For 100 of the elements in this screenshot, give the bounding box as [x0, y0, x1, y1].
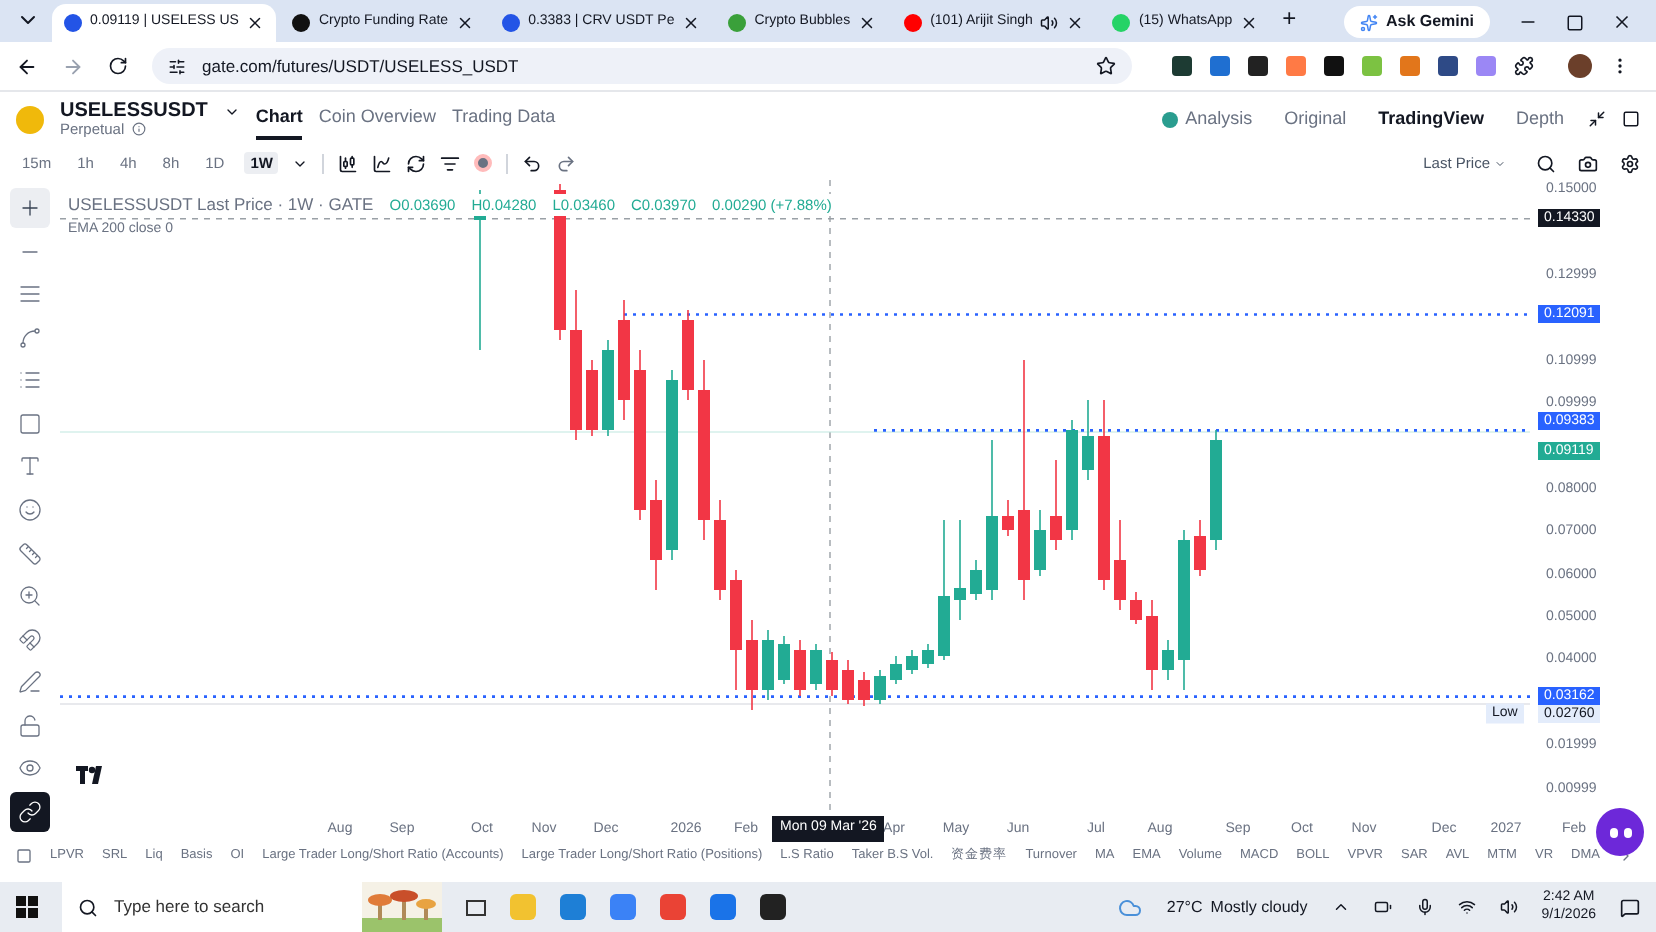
- caret-icon: [1494, 157, 1506, 169]
- candle: [890, 655, 902, 685]
- favicon-icon: [64, 14, 82, 32]
- wifi-icon[interactable]: [1457, 898, 1476, 916]
- candle: [714, 499, 726, 601]
- candle: [650, 479, 662, 591]
- favicon-icon: [502, 14, 521, 32]
- ruler-icon: [18, 541, 42, 565]
- favicon-icon: [904, 14, 923, 32]
- indicator-icon[interactable]: [372, 153, 393, 173]
- site-info-icon[interactable]: [168, 57, 186, 75]
- candle: [1162, 639, 1174, 681]
- list-icon[interactable]: [440, 153, 461, 173]
- back-icon[interactable]: [16, 55, 38, 77]
- lines-icon: [18, 282, 42, 307]
- candle: [1002, 499, 1014, 537]
- smiley-icon: [18, 497, 42, 522]
- candle: [938, 519, 950, 661]
- temperature-text: 27°C: [1166, 895, 1203, 919]
- redo-icon[interactable]: [556, 153, 577, 173]
- close-icon[interactable]: [456, 14, 475, 32]
- notifications-icon[interactable]: [1620, 897, 1640, 917]
- close-window-icon[interactable]: [1612, 12, 1632, 32]
- nav-tab[interactable]: Chart: [255, 99, 303, 139]
- candle: [586, 359, 598, 437]
- undo-icon[interactable]: [522, 153, 543, 173]
- nav-tab[interactable]: Coin Overview: [318, 99, 436, 139]
- candle: [778, 635, 790, 685]
- nav-tab[interactable]: Trading Data: [451, 99, 556, 139]
- candle: [1130, 591, 1142, 625]
- info-icon[interactable]: [132, 122, 147, 136]
- windows-start-icon[interactable]: [16, 896, 38, 918]
- candle: [1066, 419, 1078, 541]
- tray-expand-icon[interactable]: [1331, 898, 1350, 916]
- camera-icon[interactable]: [1578, 153, 1598, 173]
- panel-icon[interactable]: [16, 848, 32, 864]
- address-bar[interactable]: gate.com/futures/USDT/USELESS_USDT: [152, 48, 1132, 84]
- favicon-icon: [728, 14, 747, 32]
- square-icon: [18, 411, 42, 436]
- candle: [922, 643, 934, 669]
- sparkle-icon: [1359, 13, 1378, 31]
- weather-text: Mostly cloudy: [1210, 895, 1308, 919]
- reload-icon[interactable]: [108, 56, 128, 76]
- candle: [1194, 519, 1206, 577]
- tradingview-logo-icon: [76, 766, 108, 786]
- record-icon[interactable]: [474, 154, 493, 172]
- ask-gemini-button[interactable]: Ask Gemini: [1343, 6, 1490, 38]
- view-tab[interactable]: TradingView: [1370, 105, 1492, 133]
- close-icon[interactable]: [246, 14, 265, 32]
- candle: [602, 339, 614, 437]
- candle: [970, 559, 982, 601]
- maximize-icon[interactable]: [1566, 14, 1584, 32]
- close-icon[interactable]: [858, 14, 877, 32]
- weather-icon: [1118, 895, 1143, 919]
- magnet-icon: [18, 627, 42, 652]
- view-tab[interactable]: Analysis: [1153, 105, 1261, 133]
- replay-icon[interactable]: [406, 153, 427, 173]
- search-icon[interactable]: [1536, 153, 1556, 173]
- pencil-icon: [18, 670, 42, 695]
- bookmark-icon[interactable]: [1096, 56, 1116, 76]
- chat-bot-button[interactable]: [1596, 808, 1644, 856]
- speaker-icon[interactable]: [1040, 14, 1059, 32]
- view-tab[interactable]: Original: [1276, 105, 1355, 133]
- taskbar-search-field[interactable]: Type here to search: [62, 882, 362, 932]
- candle: [682, 309, 694, 401]
- link-icon: [18, 799, 42, 824]
- volume-icon[interactable]: [1499, 898, 1518, 916]
- extensions-icon[interactable]: [1514, 56, 1534, 76]
- drawing-tool-button[interactable]: [10, 791, 50, 832]
- candle: [1050, 459, 1062, 551]
- collapse-icon[interactable]: [1588, 110, 1606, 128]
- candles-icon[interactable]: [338, 153, 359, 173]
- candle: [618, 299, 630, 421]
- candle: [1034, 509, 1046, 577]
- candle: [730, 569, 742, 691]
- candle: [1114, 519, 1126, 611]
- profile-avatar[interactable]: [1568, 54, 1592, 78]
- close-icon[interactable]: [682, 14, 701, 32]
- fullscreen-icon[interactable]: [1622, 110, 1640, 128]
- candle: [1146, 599, 1158, 691]
- battery-icon[interactable]: [1373, 898, 1392, 916]
- view-tab[interactable]: Depth: [1507, 105, 1572, 133]
- eye-icon: [18, 756, 42, 781]
- close-icon[interactable]: [1066, 14, 1085, 32]
- favicon-icon: [1112, 14, 1131, 32]
- curve-icon: [18, 325, 42, 350]
- candle: [954, 519, 966, 621]
- candle: [874, 669, 886, 705]
- candle: [1082, 399, 1094, 481]
- forward-icon[interactable]: [62, 55, 84, 77]
- url-text: gate.com/futures/USDT/USELESS_USDT: [202, 53, 521, 79]
- task-view-icon[interactable]: [466, 899, 486, 915]
- close-icon[interactable]: [1240, 14, 1259, 32]
- candle: [826, 651, 838, 697]
- settings-icon[interactable]: [1620, 153, 1640, 173]
- symbol-title[interactable]: USELESSUSDT: [60, 101, 208, 122]
- taskbar-app-icon[interactable]: [760, 894, 786, 920]
- mic-icon[interactable]: [1415, 898, 1434, 916]
- new-tab-button[interactable]: +: [1274, 0, 1305, 36]
- candle: [858, 671, 870, 707]
